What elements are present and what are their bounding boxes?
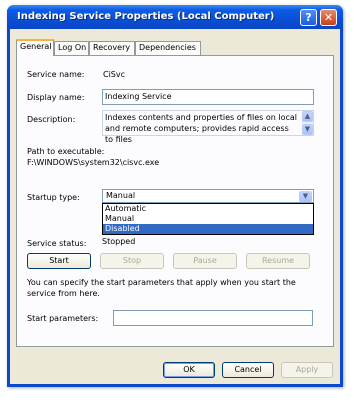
- start-parameters-label: Start parameters:: [27, 314, 99, 323]
- display-name-field[interactable]: Indexing Service: [102, 89, 314, 105]
- service-status-value: Stopped: [102, 237, 136, 246]
- startup-type-dropdown-list: Automatic Manual Disabled: [102, 203, 314, 235]
- start-parameters-input[interactable]: [113, 310, 313, 326]
- path-value: F:\WINDOWS\system32\cisvc.exe: [27, 158, 315, 170]
- description-field[interactable]: Indexes contents and properties of files…: [102, 110, 314, 144]
- window-title: Indexing Service Properties (Local Compu…: [17, 11, 275, 22]
- tab-recovery[interactable]: Recovery: [89, 41, 135, 55]
- properties-dialog: Indexing Service Properties (Local Compu…: [7, 5, 343, 387]
- cancel-button[interactable]: Cancel: [222, 362, 274, 378]
- description-text: Indexes contents and properties of files…: [105, 113, 298, 144]
- pause-button[interactable]: Pause: [173, 253, 237, 269]
- apply-button[interactable]: Apply: [281, 362, 333, 378]
- display-name-value: Indexing Service: [105, 92, 172, 101]
- dialog-client-area: General Log On Recovery Dependencies Ser…: [10, 29, 340, 384]
- ok-button[interactable]: OK: [163, 362, 215, 378]
- scroll-down-arrow-icon[interactable]: ▼: [302, 124, 313, 135]
- path-label: Path to executable:: [27, 147, 105, 156]
- startup-type-value: Manual: [106, 191, 136, 200]
- scroll-up-arrow-icon[interactable]: ▲: [302, 111, 313, 122]
- display-name-label: Display name:: [27, 93, 85, 102]
- service-name-value: CiSvc: [103, 70, 126, 79]
- start-button[interactable]: Start: [27, 253, 91, 269]
- startup-option-automatic[interactable]: Automatic: [103, 204, 313, 214]
- description-scrollbar[interactable]: ▲ ▼: [302, 111, 313, 135]
- help-button[interactable]: ?: [300, 9, 317, 26]
- startup-option-disabled[interactable]: Disabled: [103, 224, 313, 234]
- close-button[interactable]: ✕: [320, 9, 337, 26]
- description-label: Description:: [27, 115, 76, 124]
- stop-button[interactable]: Stop: [100, 253, 164, 269]
- startup-type-label: Startup type:: [27, 193, 80, 202]
- startup-option-manual[interactable]: Manual: [103, 214, 313, 224]
- tab-log-on[interactable]: Log On: [54, 41, 89, 55]
- start-parameters-hint: You can specify the start parameters tha…: [27, 278, 296, 298]
- general-tab-panel: Service name: CiSvc Display name: Indexi…: [16, 55, 334, 347]
- tab-dependencies[interactable]: Dependencies: [135, 41, 201, 55]
- service-status-label: Service status:: [27, 239, 87, 248]
- tab-general[interactable]: General: [16, 39, 54, 56]
- resume-button[interactable]: Resume: [246, 253, 310, 269]
- startup-type-select[interactable]: Manual ▼: [102, 189, 314, 203]
- title-bar[interactable]: Indexing Service Properties (Local Compu…: [7, 5, 343, 29]
- chevron-down-icon[interactable]: ▼: [299, 191, 312, 202]
- service-name-label: Service name:: [27, 70, 85, 79]
